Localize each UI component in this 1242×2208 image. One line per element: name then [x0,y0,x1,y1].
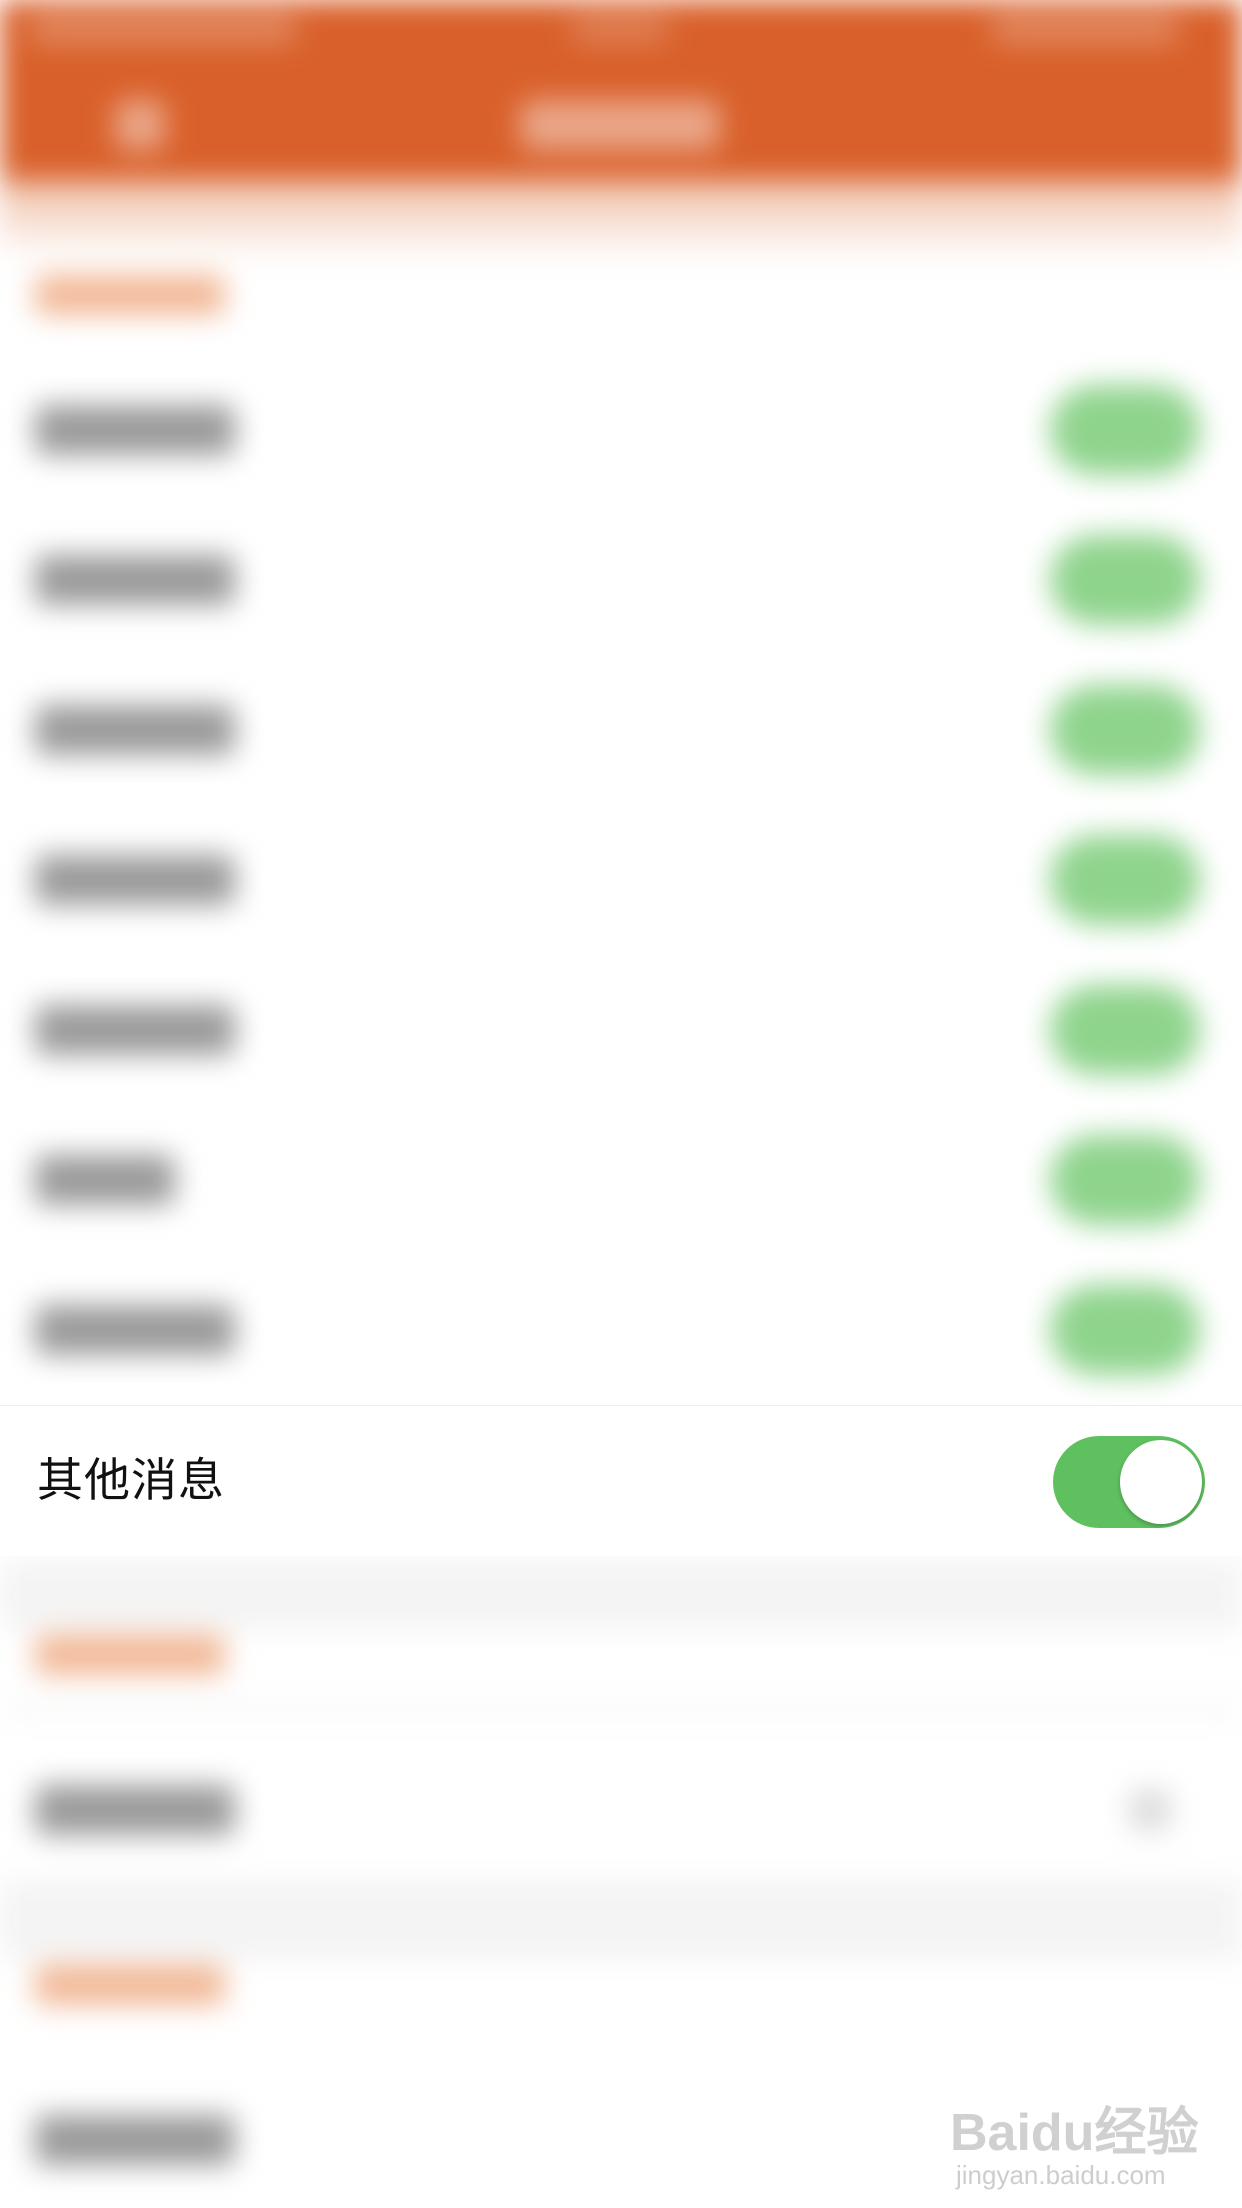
setting-row-label-1 [35,405,235,455]
setting-row-toggle-6[interactable] [1050,1135,1200,1225]
setting-row-toggle-4[interactable] [1050,835,1200,925]
section-header-2 [35,1635,225,1675]
baidu-watermark: Baidu经验 jingyan.baidu.com [950,2080,1220,2190]
setting-row-toggle-5[interactable] [1050,985,1200,1075]
watermark-url: jingyan.baidu.com [956,2160,1166,2190]
status-bar-right [990,14,1180,44]
section-separator-1 [0,1560,1242,1630]
setting-row-toggle-3[interactable] [1050,685,1200,775]
setting-row-toggle-1[interactable] [1050,385,1200,475]
nav-title [520,100,720,150]
setting-row-label-5 [35,1005,235,1055]
watermark-logo: Baidu经验 [950,2104,1199,2162]
toggle-knob[interactable] [1120,1440,1202,1524]
setting-row-label-9 [35,2115,235,2165]
status-bar-center [570,14,670,44]
chevron-right-icon[interactable] [1130,1790,1170,1830]
setting-row-label-8 [35,1785,235,1835]
setting-row-label-3 [35,705,235,755]
section-gap [0,1700,1242,1720]
setting-row-label-7 [35,1305,235,1355]
section-header-1 [35,275,225,315]
setting-row-label-4 [35,855,235,905]
setting-row-toggle-2[interactable] [1050,535,1200,625]
setting-row-label-2 [35,555,235,605]
header-fade [0,180,1242,260]
setting-row-label: 其他消息 [37,1453,225,1507]
setting-row-label-6 [35,1155,175,1205]
blurred-background [0,0,1242,2208]
section-header-3 [35,1965,225,2005]
setting-row-toggle-7[interactable] [1050,1285,1200,1375]
back-arrow-icon[interactable] [115,100,165,150]
setting-row-other-messages[interactable]: 其他消息 [0,1405,1242,1556]
status-bar-left [28,14,298,44]
section-separator-2 [0,1880,1242,1960]
nav-bar [0,0,1242,190]
screen: 其他消息 Baidu经验 jingyan.baidu.com [0,0,1242,2208]
other-messages-toggle[interactable] [1053,1436,1205,1528]
